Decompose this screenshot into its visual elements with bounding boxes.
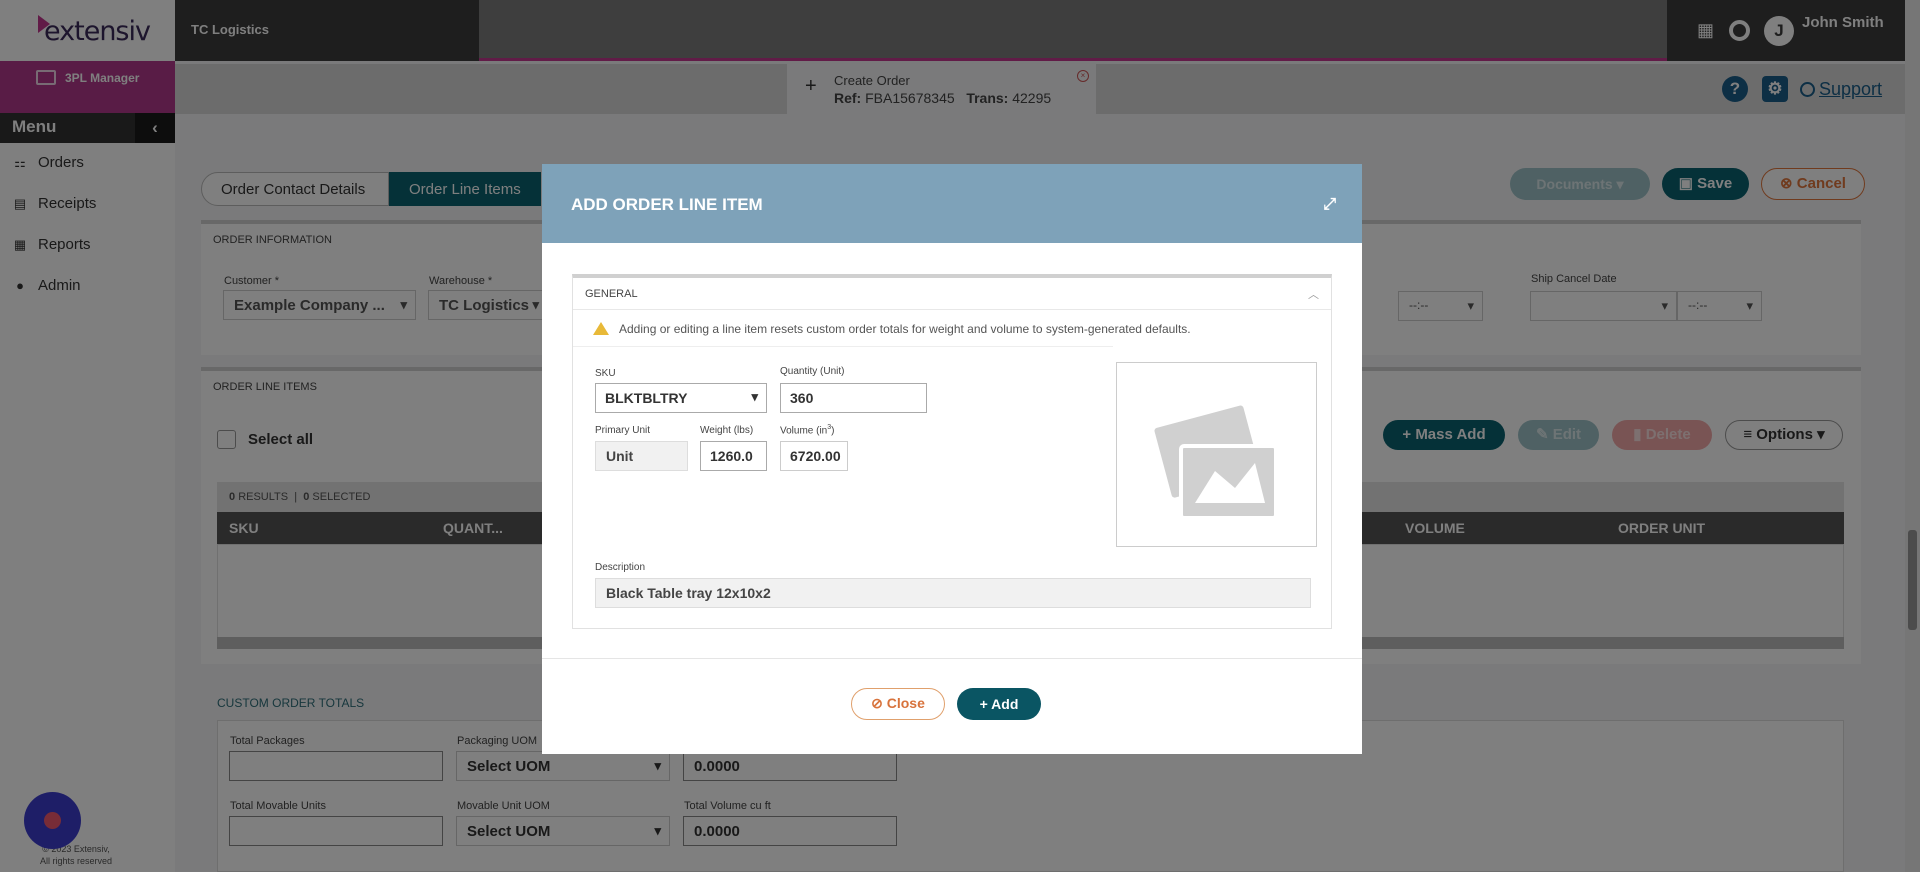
sku-select[interactable]: BLKTBLTRY: [595, 383, 767, 413]
volume-label-text: Volume (in: [780, 425, 828, 437]
weight-label: Weight (lbs): [700, 425, 754, 436]
general-panel-header[interactable]: GENERAL ︿: [573, 278, 1331, 310]
volume-label: Volume (in3): [780, 424, 835, 436]
chevron-up-icon[interactable]: ︿: [1308, 286, 1319, 302]
volume-input[interactable]: 6720.00: [780, 441, 848, 471]
warning-text: Adding or editing a line item resets cus…: [619, 322, 1191, 336]
volume-label-close: ): [831, 425, 835, 437]
warning-icon: [593, 322, 609, 335]
modal-title: ADD ORDER LINE ITEM: [571, 195, 763, 214]
image-placeholder-icon: [1154, 405, 1278, 520]
add-order-line-item-modal: ADD ORDER LINE ITEM ⤢ GENERAL ︿ Adding o…: [542, 164, 1362, 754]
close-label: Close: [886, 695, 925, 711]
description-label: Description: [595, 562, 646, 573]
general-title: GENERAL: [585, 288, 638, 300]
primary-unit-value: Unit: [595, 441, 688, 471]
expand-icon[interactable]: ⤢: [1323, 196, 1336, 214]
description-field: Black Table tray 12x10x2: [595, 578, 1311, 608]
divider: [573, 346, 1113, 347]
item-image-placeholder: [1116, 362, 1317, 547]
add-label: Add: [991, 696, 1019, 712]
general-panel: GENERAL ︿ Adding or editing a line item …: [572, 274, 1332, 629]
sku-label: SKU: [595, 368, 616, 379]
block-icon: ⊘: [871, 695, 883, 711]
quantity-label: Quantity (Unit): [780, 366, 845, 377]
modal-header: ADD ORDER LINE ITEM ⤢: [542, 164, 1362, 243]
primary-unit-label: Primary Unit: [595, 425, 651, 436]
modal-footer-divider: [542, 658, 1362, 659]
weight-input[interactable]: 1260.0: [700, 441, 767, 471]
add-button[interactable]: + Add: [957, 688, 1041, 720]
close-button[interactable]: ⊘ Close: [851, 688, 945, 720]
quantity-input[interactable]: 360: [780, 383, 927, 413]
warning-message: Adding or editing a line item resets cus…: [593, 322, 1191, 336]
